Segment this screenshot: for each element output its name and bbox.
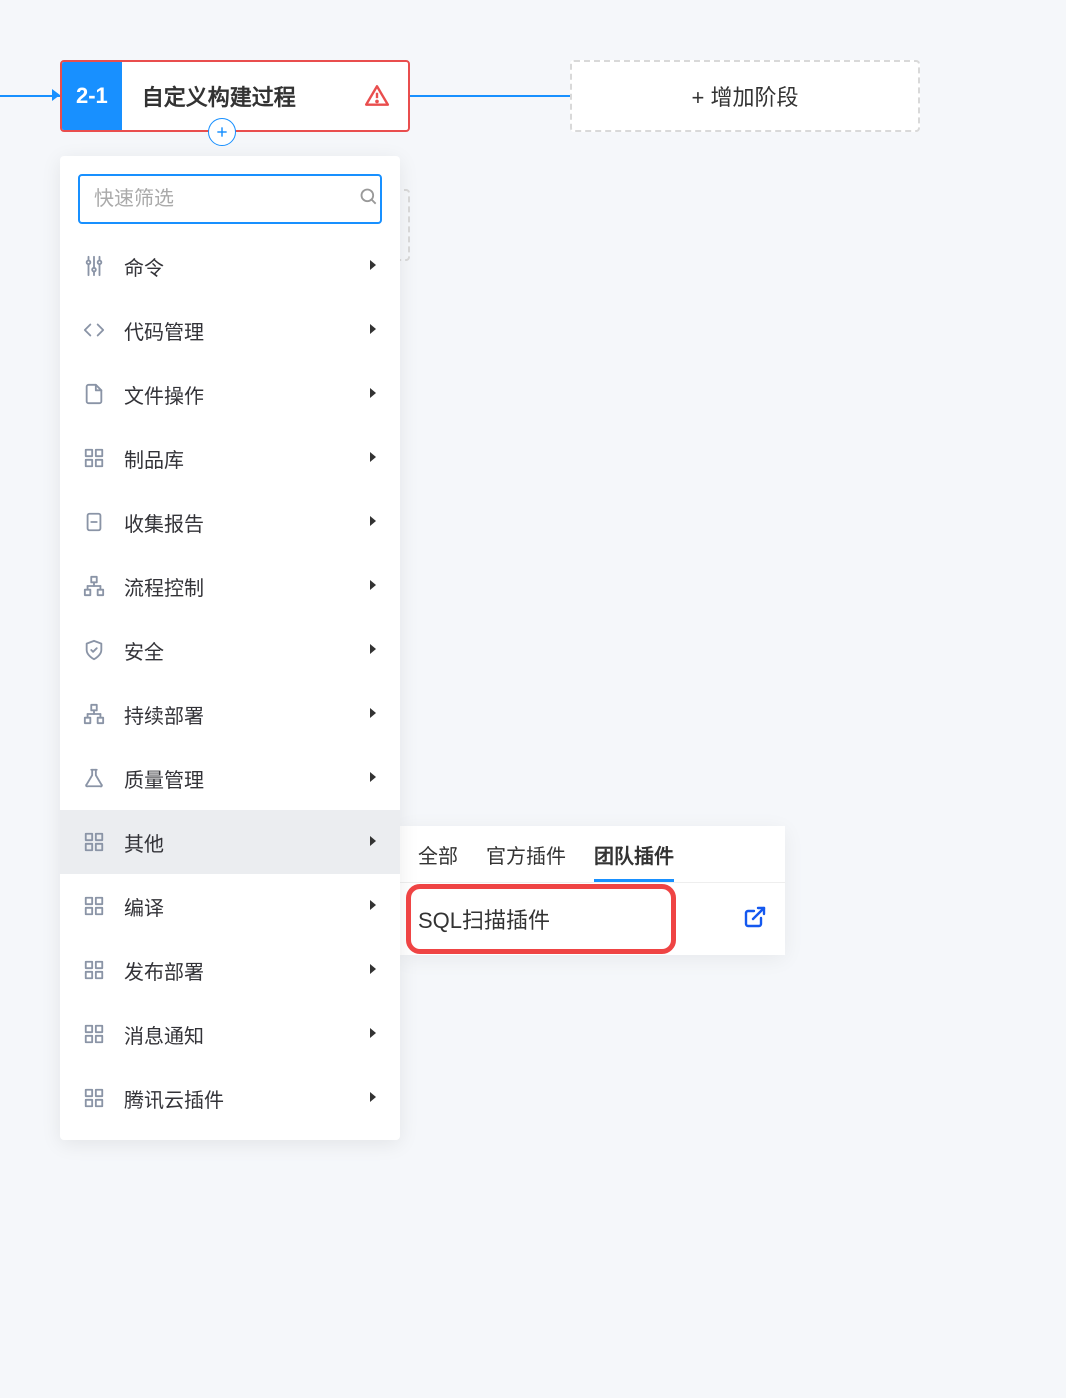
submenu-tab[interactable]: 官方插件 <box>486 840 566 882</box>
category-label: 安全 <box>124 636 368 665</box>
warning-icon <box>364 83 390 109</box>
category-item[interactable]: 安全 <box>60 618 400 682</box>
category-item[interactable]: 其他 <box>60 810 400 874</box>
category-item[interactable]: 代码管理 <box>60 298 400 362</box>
category-item[interactable]: 制品库 <box>60 426 400 490</box>
category-item[interactable]: 命令 <box>60 234 400 298</box>
flow-connector <box>0 95 60 97</box>
submenu-tab[interactable]: 团队插件 <box>594 840 674 882</box>
chevron-right-icon <box>368 386 378 402</box>
category-label: 制品库 <box>124 444 368 473</box>
clipboard-icon <box>82 511 106 533</box>
grid-icon <box>82 447 106 469</box>
category-label: 流程控制 <box>124 572 368 601</box>
stage-title: 自定义构建过程 <box>142 80 364 112</box>
chevron-right-icon <box>368 322 378 338</box>
code-icon <box>82 319 106 341</box>
chevron-right-icon <box>368 1090 378 1106</box>
chevron-right-icon <box>368 962 378 978</box>
shield-icon <box>82 639 106 661</box>
grid-icon <box>82 895 106 917</box>
add-stage-label: + 增加阶段 <box>692 80 799 112</box>
category-label: 编译 <box>124 892 368 921</box>
sitemap-icon <box>82 703 106 725</box>
chevron-right-icon <box>368 770 378 786</box>
flask-icon <box>82 767 106 789</box>
sliders-icon <box>82 255 106 277</box>
category-label: 消息通知 <box>124 1020 368 1049</box>
category-label: 文件操作 <box>124 380 368 409</box>
category-item[interactable]: 收集报告 <box>60 490 400 554</box>
chevron-right-icon <box>368 834 378 850</box>
category-label: 其他 <box>124 828 368 857</box>
category-label: 命令 <box>124 252 368 281</box>
external-link-icon[interactable] <box>743 905 767 934</box>
grid-icon <box>82 1087 106 1109</box>
grid-icon <box>82 831 106 853</box>
plugin-name: SQL扫描插件 <box>418 903 743 935</box>
category-label: 发布部署 <box>124 956 368 985</box>
grid-icon <box>82 1023 106 1045</box>
chevron-right-icon <box>368 898 378 914</box>
chevron-right-icon <box>368 514 378 530</box>
category-item[interactable]: 文件操作 <box>60 362 400 426</box>
category-dropdown: 命令 代码管理 文件操作 制品库 收集报告 流程控制 <box>60 156 400 1140</box>
category-item[interactable]: 编译 <box>60 874 400 938</box>
sitemap-icon <box>82 575 106 597</box>
submenu-tab[interactable]: 全部 <box>418 840 458 882</box>
plugin-row[interactable]: SQL扫描插件 <box>400 883 785 955</box>
flow-arrow-icon <box>52 89 60 101</box>
category-label: 持续部署 <box>124 700 368 729</box>
stage-number-badge: 2-1 <box>62 62 122 130</box>
category-label: 腾讯云插件 <box>124 1084 368 1113</box>
category-item[interactable]: 持续部署 <box>60 682 400 746</box>
category-item[interactable]: 质量管理 <box>60 746 400 810</box>
chevron-right-icon <box>368 578 378 594</box>
chevron-right-icon <box>368 258 378 274</box>
chevron-right-icon <box>368 642 378 658</box>
category-item[interactable]: 发布部署 <box>60 938 400 1002</box>
category-label: 代码管理 <box>124 316 368 345</box>
chevron-right-icon <box>368 706 378 722</box>
search-box[interactable] <box>78 174 382 224</box>
grid-icon <box>82 959 106 981</box>
chevron-right-icon <box>368 1026 378 1042</box>
chevron-right-icon <box>368 450 378 466</box>
search-input[interactable] <box>94 188 359 211</box>
category-label: 质量管理 <box>124 764 368 793</box>
search-icon <box>359 187 379 212</box>
category-item[interactable]: 流程控制 <box>60 554 400 618</box>
flow-connector <box>410 95 570 97</box>
category-item[interactable]: 消息通知 <box>60 1002 400 1066</box>
file-icon <box>82 383 106 405</box>
category-item[interactable]: 腾讯云插件 <box>60 1066 400 1130</box>
add-stage-button[interactable]: + 增加阶段 <box>570 60 920 132</box>
add-step-button[interactable] <box>208 118 236 146</box>
plugin-submenu: 全部官方插件团队插件 SQL扫描插件 <box>400 826 785 955</box>
pipeline-stage-node[interactable]: 2-1 自定义构建过程 <box>60 60 410 132</box>
category-label: 收集报告 <box>124 508 368 537</box>
